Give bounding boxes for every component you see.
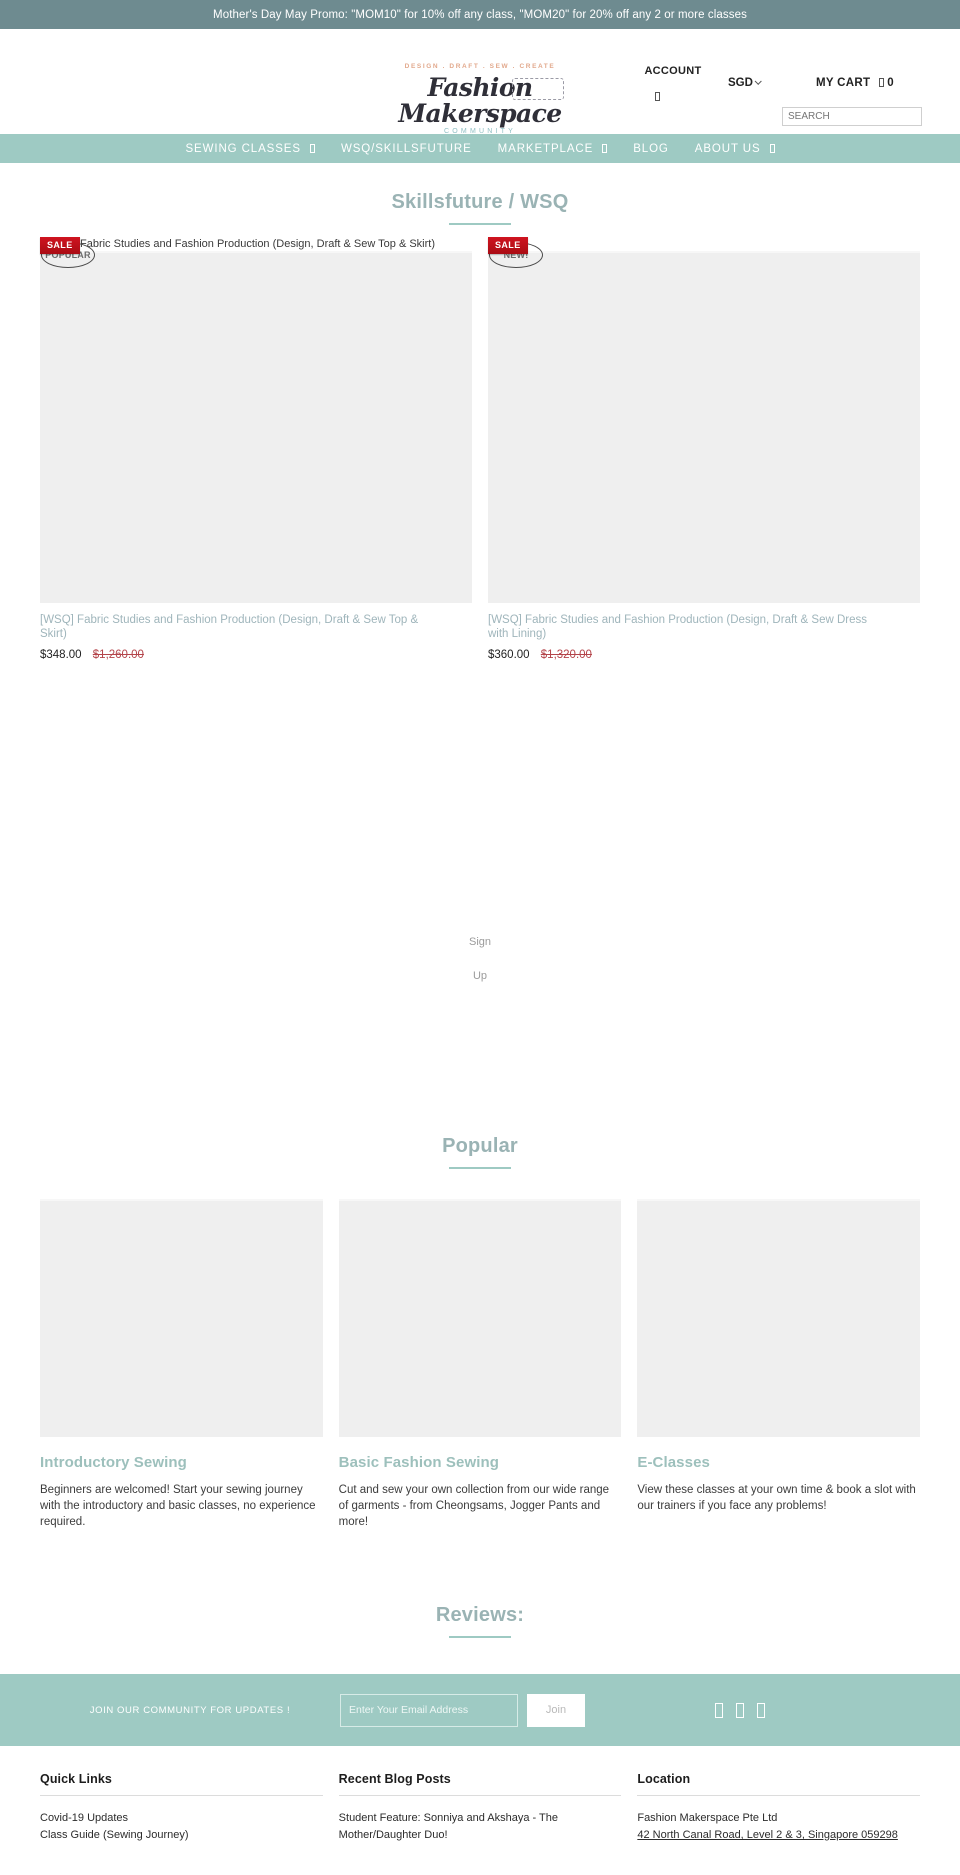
- popular-section-header: Popular: [0, 1107, 960, 1169]
- cart-label: MY CART: [816, 77, 871, 89]
- sale-badge: SALE: [488, 237, 528, 254]
- product-price: $360.00: [488, 649, 530, 661]
- nav-label: BLOG: [633, 142, 669, 155]
- section-title: Reviews:: [435, 1604, 525, 1626]
- site-logo[interactable]: DESIGN . DRAFT . SEW . CREATE Fashion Ma…: [390, 63, 570, 135]
- nav-item-about-us[interactable]: ABOUT US: [682, 143, 788, 155]
- reviews-section-header: Reviews:: [0, 1576, 960, 1638]
- main-navigation: SEWING CLASSES WSQ/SKILLSFUTURE MARKETPL…: [0, 134, 960, 163]
- popular-card-title[interactable]: Basic Fashion Sewing: [339, 1454, 622, 1471]
- youtube-icon[interactable]: [757, 1702, 765, 1718]
- search-input[interactable]: [782, 107, 922, 126]
- signup-line-2: Up: [472, 970, 488, 982]
- popular-card[interactable]: Introductory Sewing Beginners are welcom…: [40, 1199, 323, 1530]
- footer-link[interactable]: Covid-19 Updates: [40, 1810, 323, 1826]
- footer-column-location: Location Fashion Makerspace Pte Ltd 42 N…: [637, 1772, 921, 1844]
- instagram-icon[interactable]: [736, 1702, 744, 1718]
- popular-card-image[interactable]: [40, 1199, 323, 1437]
- skillsfuture-section-header: Skillsfuture / WSQ: [0, 163, 960, 225]
- footer-column-quick-links: Quick Links Covid-19 Updates Class Guide…: [40, 1772, 323, 1844]
- product-price-row: $348.00 $1,260.00: [40, 649, 472, 661]
- popular-card[interactable]: E-Classes View these classes at your own…: [637, 1199, 921, 1530]
- newsletter-email-input[interactable]: [340, 1693, 518, 1727]
- product-card[interactable]: NEW! SALE [WSQ] Fabric Studies and Fashi…: [488, 237, 920, 661]
- footer-column-title: Location: [637, 1772, 921, 1796]
- cart-count: 0: [887, 77, 894, 89]
- newsletter-band: JOIN OUR COMMUNITY FOR UPDATES ! Join: [0, 1674, 960, 1746]
- footer-column-title: Quick Links: [40, 1772, 323, 1796]
- product-price-original: $1,320.00: [540, 649, 592, 661]
- account-link[interactable]: ACCOUNT: [638, 65, 708, 77]
- footer-link[interactable]: Class Guide (Sewing Journey): [40, 1827, 323, 1843]
- popular-card-grid: Introductory Sewing Beginners are welcom…: [0, 1169, 960, 1530]
- nav-label: SEWING CLASSES: [185, 142, 301, 155]
- facebook-icon[interactable]: [715, 1702, 723, 1718]
- logo-wordmark: Fashion Makerspace: [390, 75, 570, 127]
- product-price-original: $1,260.00: [92, 649, 144, 661]
- nav-label: WSQ/SKILLSFUTURE: [340, 142, 472, 155]
- popular-section: Popular Introductory Sewing Beginners ar…: [0, 1107, 960, 1530]
- chevron-down-icon: [602, 144, 608, 153]
- header-utilities: ACCOUNT SGD MY CART 0: [630, 29, 960, 134]
- popular-card-title[interactable]: Introductory Sewing: [40, 1454, 323, 1471]
- cart-link[interactable]: MY CART 0: [816, 77, 894, 89]
- product-title[interactable]: [WSQ] Fabric Studies and Fashion Product…: [488, 613, 888, 641]
- footer-column-title: Recent Blog Posts: [338, 1772, 622, 1796]
- section-title: Popular: [442, 1135, 518, 1157]
- signup-line-1: Sign: [468, 936, 492, 948]
- popular-card-body: Cut and sew your own collection from our…: [338, 1484, 610, 1528]
- nav-label: ABOUT US: [694, 142, 761, 155]
- social-links: [715, 1702, 765, 1718]
- nav-item-marketplace[interactable]: MARKETPLACE: [485, 143, 621, 155]
- heading-underline: [449, 1636, 511, 1638]
- nav-label: MARKETPLACE: [497, 142, 594, 155]
- site-header: DESIGN . DRAFT . SEW . CREATE Fashion Ma…: [0, 29, 960, 135]
- popular-card-image[interactable]: [338, 1199, 622, 1437]
- product-card[interactable]: Fabric Studies and Fashion Production (D…: [40, 237, 472, 661]
- footer-address-link[interactable]: 42 North Canal Road, Level 2 & 3, Singap…: [637, 1827, 920, 1843]
- currency-selector[interactable]: SGD: [728, 77, 762, 89]
- footer-link[interactable]: Student Feature: Sonniya and Akshaya - T…: [339, 1810, 622, 1826]
- chevron-down-icon: [754, 77, 762, 85]
- newsletter-label: JOIN OUR COMMUNITY FOR UPDATES !: [89, 1704, 291, 1716]
- chevron-down-icon: [309, 144, 315, 153]
- nav-item-blog[interactable]: BLOG: [620, 143, 682, 155]
- newsletter-join-button[interactable]: Join: [527, 1693, 585, 1727]
- promo-text: Mother's Day May Promo: "MOM10" for 10% …: [213, 8, 747, 21]
- product-price-row: $360.00 $1,320.00: [488, 649, 920, 661]
- popular-card-image[interactable]: [637, 1199, 921, 1437]
- popular-card-title[interactable]: E-Classes: [637, 1454, 920, 1471]
- popular-card-body: View these classes at your own time & bo…: [637, 1484, 916, 1512]
- product-image[interactable]: Fabric Studies and Fashion Production (D…: [40, 237, 472, 603]
- product-grid: Fabric Studies and Fashion Production (D…: [0, 225, 960, 661]
- page-title: Skillsfuture / WSQ: [391, 191, 569, 213]
- chevron-down-icon: [769, 144, 775, 153]
- promo-banner: Mother's Day May Promo: "MOM10" for 10% …: [0, 0, 960, 29]
- product-title[interactable]: [WSQ] Fabric Studies and Fashion Product…: [40, 613, 440, 641]
- footer-link[interactable]: Mother/Daughter Duo!: [339, 1827, 622, 1843]
- product-image[interactable]: NEW! SALE: [488, 237, 920, 603]
- user-icon[interactable]: [655, 87, 660, 105]
- popular-card[interactable]: Basic Fashion Sewing Cut and sew your ow…: [338, 1199, 622, 1530]
- signup-stray-text[interactable]: Sign Up: [0, 925, 960, 993]
- logo-subtitle: COMMUNITY: [444, 128, 516, 135]
- nav-item-wsq-skillsfuture[interactable]: WSQ/SKILLSFUTURE: [328, 143, 485, 155]
- product-price: $348.00: [40, 649, 82, 661]
- site-footer: Quick Links Covid-19 Updates Class Guide…: [0, 1746, 960, 1844]
- cart-icon: [879, 78, 885, 87]
- logo-dashed-box: [512, 78, 564, 100]
- product-image-alt-text: Fabric Studies and Fashion Production (D…: [80, 238, 436, 250]
- popular-card-body: Beginners are welcomed! Start your sewin…: [40, 1484, 316, 1528]
- footer-company-name: Fashion Makerspace Pte Ltd: [637, 1812, 778, 1824]
- nav-item-sewing-classes[interactable]: SEWING CLASSES: [172, 143, 328, 155]
- currency-value: SGD: [728, 77, 753, 89]
- sale-badge: SALE: [40, 237, 80, 254]
- footer-column-recent-blog-posts: Recent Blog Posts Student Feature: Sonni…: [338, 1772, 622, 1844]
